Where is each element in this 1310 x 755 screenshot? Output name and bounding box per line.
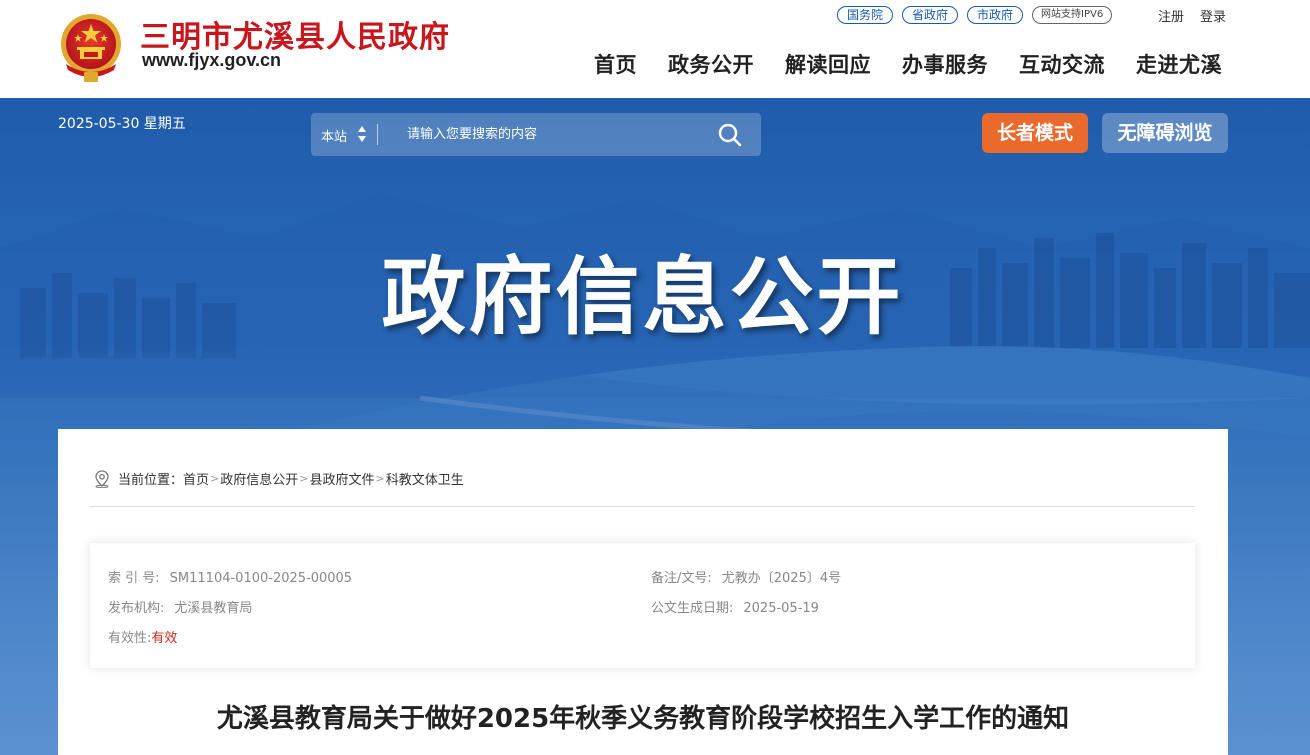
breadcrumb-home[interactable]: 首页 — [183, 469, 209, 488]
meta-validity-label: 有效性: — [108, 631, 152, 646]
meta-validity: 有效性:有效 — [108, 627, 177, 646]
meta-doc-no-label: 备注/文号: — [651, 571, 712, 586]
search-bar: 本站 — [311, 113, 761, 156]
meta-date-value: 2025-05-19 — [743, 601, 819, 616]
nav-interpretation[interactable]: 解读回应 — [785, 49, 871, 79]
banner-title: 政府信息公开 — [381, 248, 904, 346]
register-link[interactable]: 注册 — [1158, 6, 1184, 25]
breadcrumb-gov-info[interactable]: 政府信息公开 — [220, 469, 298, 488]
meta-index-label: 索 引 号: — [108, 571, 160, 586]
nav-about-youxi[interactable]: 走进尤溪 — [1136, 49, 1222, 79]
breadcrumb-county-docs[interactable]: 县政府文件 — [309, 469, 374, 488]
meta-publisher-value: 尤溪县教育局 — [174, 601, 253, 616]
meta-publisher: 发布机构: 尤溪县教育局 — [108, 597, 252, 616]
document-metadata: 索 引 号: SM11104-0100-2025-00005 备注/文号: 尤教办〔… — [90, 543, 1195, 668]
breadcrumb-category[interactable]: 科教文体卫生 — [386, 469, 464, 488]
meta-doc-no: 备注/文号: 尤教办〔2025〕4号 — [651, 567, 841, 586]
top-links: 国务院 省政府 市政府 网站支持IPV6 — [837, 6, 1113, 24]
search-scope-select[interactable]: 本站 — [321, 126, 347, 145]
article-title: 尤溪县教育局关于做好2025年秋季义务教育阶段学校招生入学工作的通知 — [216, 704, 1070, 734]
link-city-gov[interactable]: 市政府 — [967, 6, 1024, 24]
link-state-council[interactable]: 国务院 — [837, 6, 894, 24]
current-date: 2025-05-30 星期五 — [58, 116, 186, 132]
login-link[interactable]: 登录 — [1200, 6, 1226, 25]
search-icon[interactable] — [717, 122, 743, 148]
location-pin-icon — [95, 469, 109, 488]
meta-index-value: SM11104-0100-2025-00005 — [169, 571, 353, 586]
nav-home[interactable]: 首页 — [594, 49, 637, 79]
nav-interaction[interactable]: 互动交流 — [1019, 49, 1105, 79]
accessibility-button[interactable]: 无障碍浏览 — [1102, 113, 1228, 153]
sort-arrows-icon[interactable] — [357, 125, 367, 143]
meta-doc-no-value: 尤教办〔2025〕4号 — [721, 571, 842, 586]
meta-publisher-label: 发布机构: — [108, 601, 165, 616]
search-input[interactable] — [407, 113, 707, 156]
nav-gov-affairs[interactable]: 政务公开 — [668, 49, 754, 79]
search-divider — [377, 124, 378, 145]
breadcrumb-separator-icon: > — [299, 472, 309, 485]
auth-links: 注册 登录 — [1158, 6, 1226, 25]
national-emblem-icon[interactable] — [58, 12, 124, 84]
breadcrumb-separator-icon: > — [210, 472, 220, 485]
ipv6-badge: 网站支持IPV6 — [1032, 6, 1113, 24]
breadcrumb-label: 当前位置： — [118, 473, 184, 488]
breadcrumb-divider — [90, 506, 1195, 507]
main-nav: 首页 政务公开 解读回应 办事服务 互动交流 走进尤溪 — [594, 49, 1222, 79]
site-url[interactable]: www.fjyx.gov.cn — [142, 50, 281, 71]
status-badge: 有效 — [151, 631, 178, 646]
meta-index: 索 引 号: SM11104-0100-2025-00005 — [108, 567, 352, 586]
site-header: 三明市尤溪县人民政府 www.fjyx.gov.cn 国务院 省政府 市政府 网… — [0, 0, 1310, 98]
breadcrumb: 当前位置： 首页 > 政府信息公开 > 县政府文件 > 科教文体卫生 — [94, 469, 464, 488]
meta-date: 公文生成日期: 2025-05-19 — [651, 597, 819, 616]
meta-date-label: 公文生成日期: — [651, 601, 734, 616]
content-card: 当前位置： 首页 > 政府信息公开 > 县政府文件 > 科教文体卫生 索 引 号… — [58, 429, 1228, 755]
nav-services[interactable]: 办事服务 — [902, 49, 988, 79]
breadcrumb-separator-icon: > — [375, 472, 385, 485]
link-provincial-gov[interactable]: 省政府 — [902, 6, 959, 24]
elder-mode-button[interactable]: 长者模式 — [982, 113, 1088, 153]
